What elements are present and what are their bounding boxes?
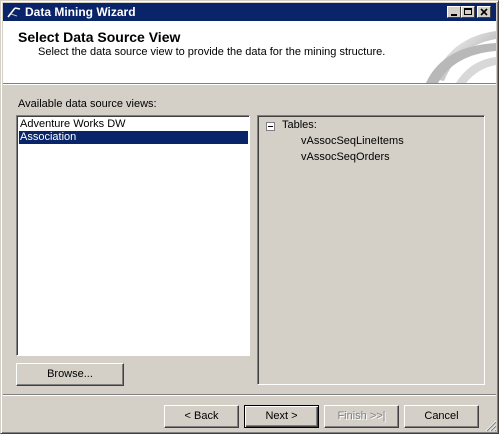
- page-subtitle: Select the data source view to provide t…: [38, 46, 386, 58]
- wizard-icon: [7, 7, 21, 18]
- tree-node-tables[interactable]: Tables:: [282, 119, 317, 131]
- close-icon: [480, 8, 488, 16]
- title-bar[interactable]: Data Mining Wizard: [3, 3, 496, 21]
- next-button[interactable]: Next >: [244, 405, 319, 428]
- wizard-window: Data Mining Wizard Select Data Source Vi…: [0, 0, 499, 434]
- maximize-button[interactable]: [461, 6, 475, 18]
- wizard-header: Select Data Source View Select the data …: [3, 21, 496, 83]
- close-button[interactable]: [477, 6, 491, 18]
- list-item-association[interactable]: Association: [19, 131, 248, 144]
- size-grip-icon[interactable]: [485, 420, 497, 432]
- cancel-button[interactable]: Cancel: [404, 405, 479, 428]
- header-swoosh-graphic: [426, 31, 496, 83]
- list-item-adventure-works-dw[interactable]: Adventure Works DW: [19, 118, 248, 131]
- finish-button: Finish >>|: [324, 405, 399, 428]
- browse-button[interactable]: Browse...: [16, 363, 124, 386]
- back-button[interactable]: < Back: [164, 405, 239, 428]
- available-views-label: Available data source views:: [18, 98, 157, 110]
- tree-node-table[interactable]: vAssocSeqLineItems: [301, 135, 404, 147]
- minimize-button[interactable]: [447, 6, 461, 18]
- data-source-views-list[interactable]: Adventure Works DW Association: [16, 115, 250, 356]
- maximize-icon: [464, 8, 472, 15]
- page-title: Select Data Source View: [18, 29, 181, 45]
- tree-node-table[interactable]: vAssocSeqOrders: [301, 151, 390, 163]
- minimize-icon: [451, 14, 457, 16]
- tables-tree-view[interactable]: Tables: vAssocSeqLineItems vAssocSeqOrde…: [257, 115, 485, 385]
- window-title: Data Mining Wizard: [25, 5, 136, 19]
- collapse-icon[interactable]: [266, 122, 275, 131]
